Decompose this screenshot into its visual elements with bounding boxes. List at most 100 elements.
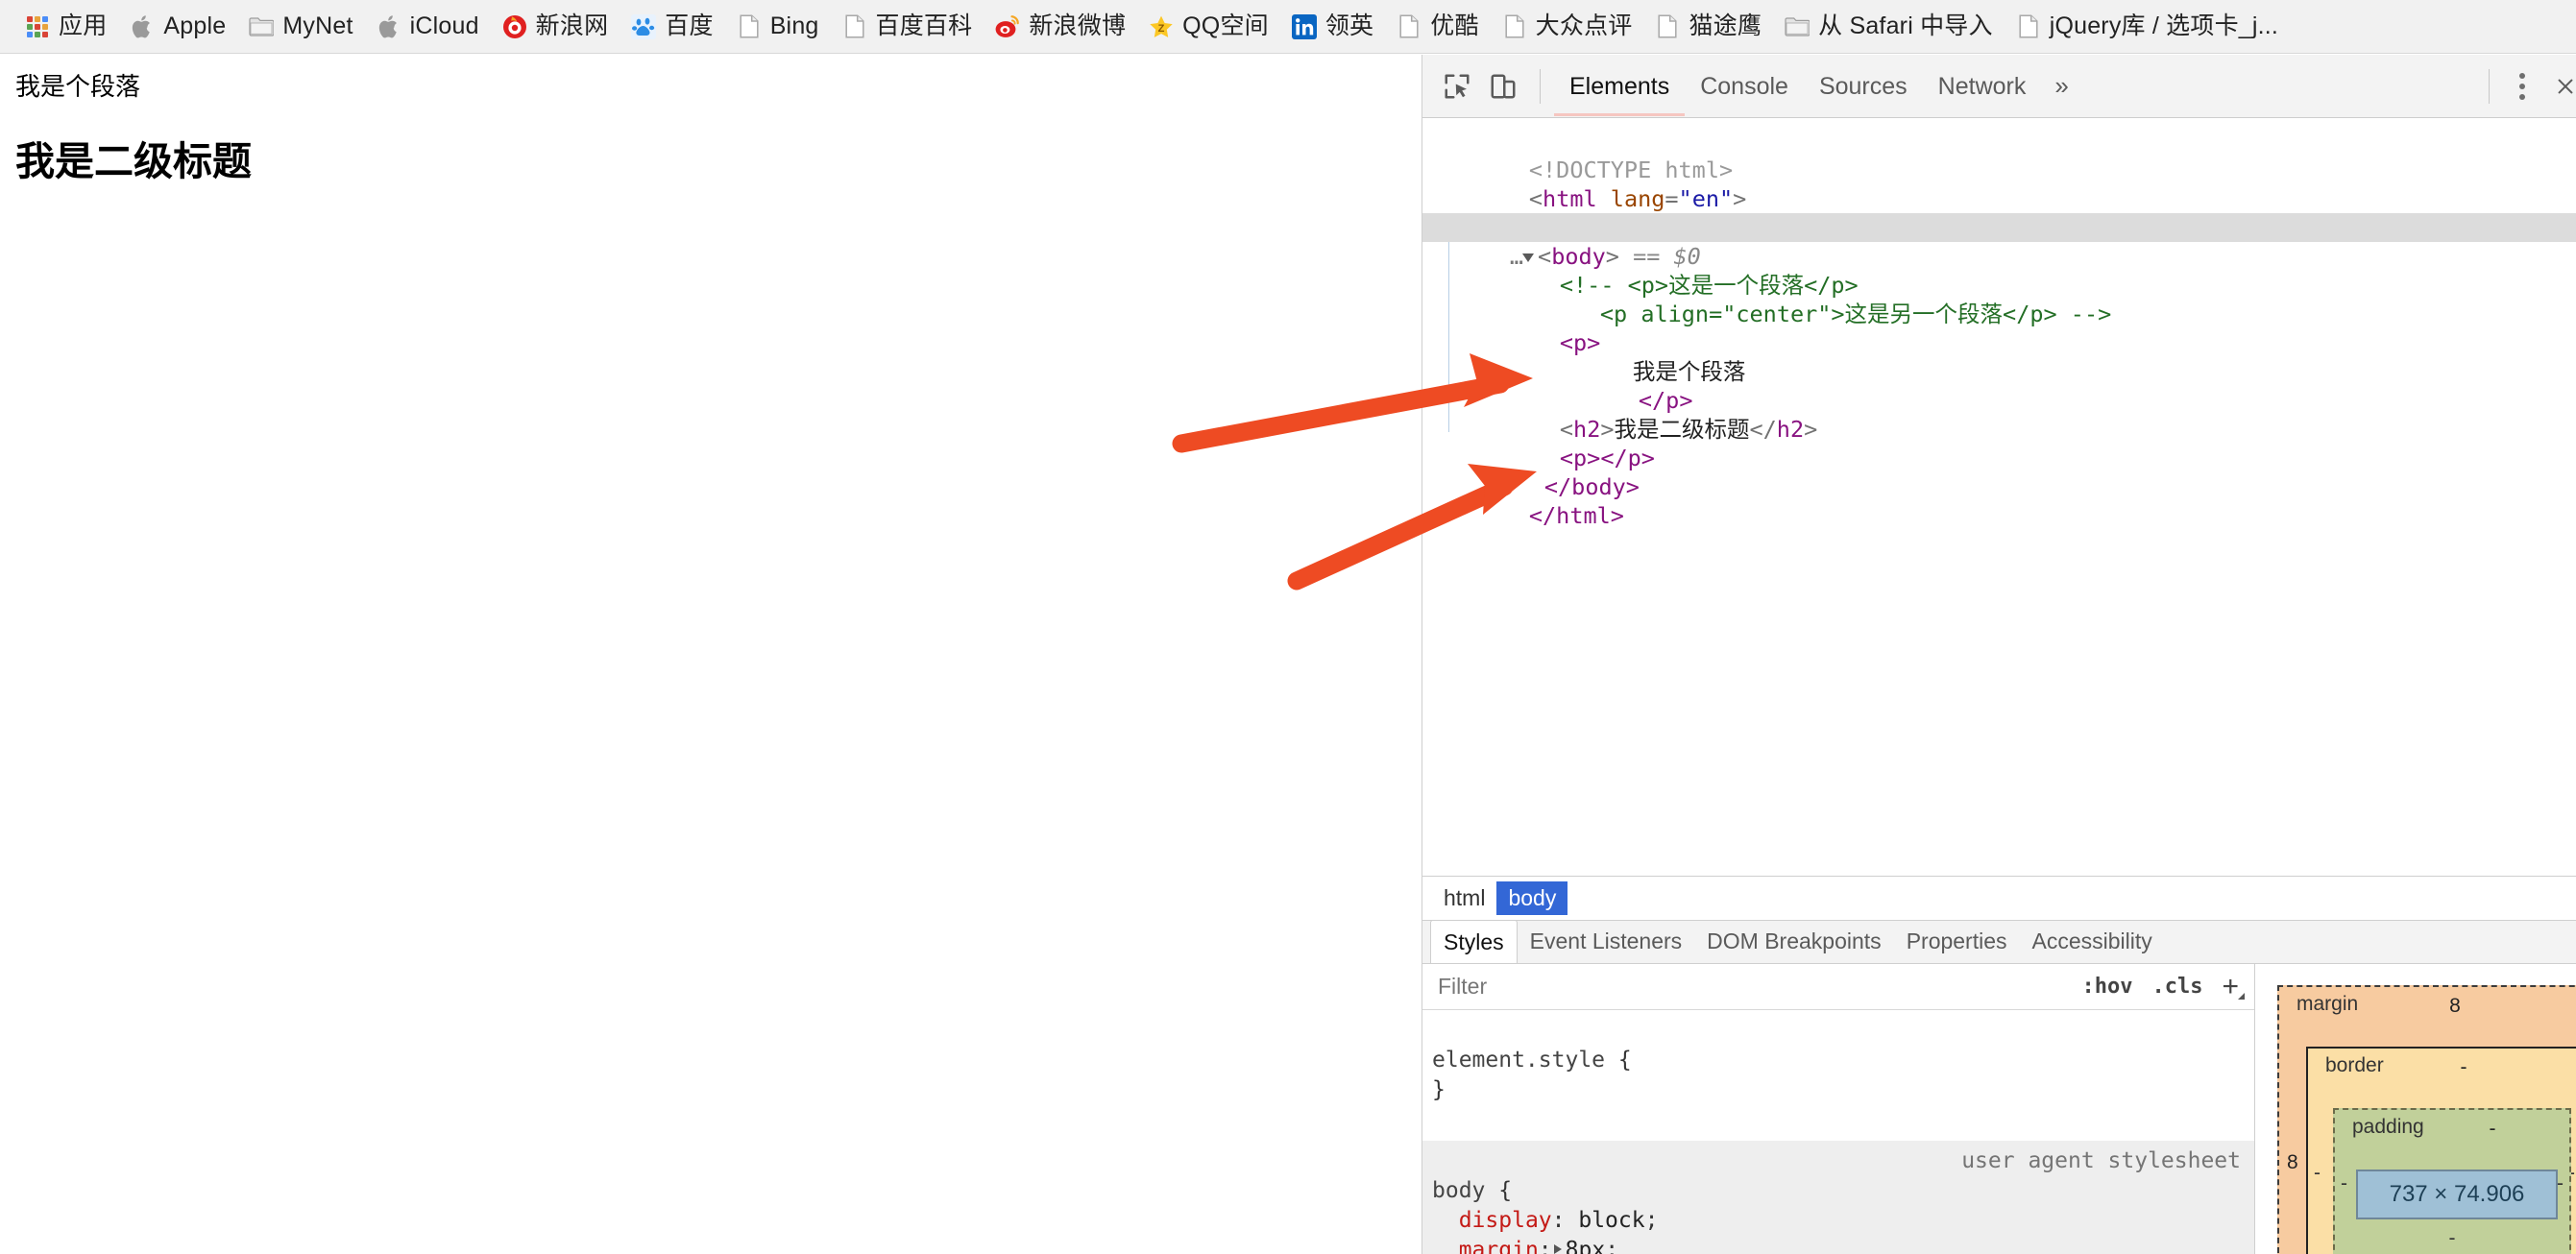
box-model-margin[interactable]: margin 8 8 8 border - - - padding - - - … <box>2277 985 2576 1254</box>
dom-tree[interactable]: <!DOCTYPE html> <html lang="en"> <head>…… <box>1422 119 2576 536</box>
bookmark-item-6[interactable]: Bing <box>725 7 831 47</box>
dom-line-html-close[interactable]: </html> <box>1422 472 2576 501</box>
styles-filter-bar: :hov .cls + <box>1422 964 2254 1010</box>
bookmark-item-10[interactable]: 领英 <box>1280 7 1385 47</box>
bookmark-item-4[interactable]: 新浪网 <box>491 7 620 47</box>
bookmark-item-9[interactable]: ZQQ空间 <box>1137 7 1280 47</box>
sina-icon <box>502 14 527 39</box>
more-tabs-chevron-icon[interactable]: » <box>2041 71 2081 101</box>
dom-line-p-text[interactable]: 我是个段落 <box>1422 328 2576 357</box>
new-style-rule-button[interactable]: + <box>2212 973 2247 1001</box>
apps-grid-icon <box>25 14 50 39</box>
vertical-dots-icon[interactable] <box>2503 63 2541 109</box>
dom-line-p-empty[interactable]: <p></p> <box>1422 415 2576 444</box>
linkedin-icon <box>1292 14 1317 39</box>
html-close-text: </html> <box>1529 502 1624 529</box>
bookmark-item-12[interactable]: 大众点评 <box>1491 7 1644 47</box>
dom-line-comment-2[interactable]: <p align="center">这是另一个段落</p> --> <box>1422 271 2576 300</box>
folder-icon <box>249 14 274 39</box>
bookmark-item-5[interactable]: 百度 <box>620 7 724 47</box>
element-style-selector: element.style <box>1432 1048 1605 1073</box>
svg-text:Z: Z <box>1158 23 1165 35</box>
tab-styles[interactable]: Styles <box>1430 920 1518 963</box>
css-rule-element-style[interactable]: element.style { } <box>1422 1010 2254 1141</box>
bookmark-item-7[interactable]: 百度百科 <box>831 7 984 47</box>
breadcrumb-item-body[interactable]: body <box>1496 881 1567 915</box>
bookmark-item-2[interactable]: MyNet <box>237 7 364 47</box>
close-icon[interactable] <box>2541 63 2576 109</box>
box-model-border[interactable]: border - - - padding - - - 737 × 74.906 … <box>2306 1047 2576 1254</box>
bookmark-item-label: MyNet <box>282 14 352 38</box>
qzone-star-icon: Z <box>1149 14 1174 39</box>
border-left-value[interactable]: - <box>2314 1162 2321 1185</box>
dom-line-doctype[interactable]: <!DOCTYPE html> <box>1422 127 2576 156</box>
devtools-toolbar: Elements Console Sources Network » <box>1422 55 2576 118</box>
bookmark-item-13[interactable]: 猫途鹰 <box>1643 7 1773 47</box>
devtools-panel: Elements Console Sources Network » <box>1422 55 2576 1254</box>
bookmark-item-label: 从 Safari 中导入 <box>1818 14 1993 38</box>
page-icon <box>737 14 762 39</box>
tab-console[interactable]: Console <box>1685 57 1804 116</box>
devtools-toolbar-right <box>2475 55 2576 118</box>
box-model-content-size[interactable]: 737 × 74.906 <box>2356 1170 2558 1219</box>
padding-right-value[interactable]: - <box>2557 1172 2564 1195</box>
dom-line-p-open[interactable]: <p> <box>1422 300 2576 328</box>
sidebar-tabs: Styles Event Listeners DOM Breakpoints P… <box>1422 920 2576 964</box>
tab-elements[interactable]: Elements <box>1554 57 1685 116</box>
margin-left-value[interactable]: 8 <box>2287 1151 2298 1174</box>
declaration-margin-value[interactable]: 8px <box>1566 1238 1606 1254</box>
declaration-display-value[interactable]: block <box>1578 1208 1644 1233</box>
dom-line-h2[interactable]: <h2>我是二级标题</h2> <box>1422 386 2576 415</box>
dom-line-comment-1[interactable]: <!-- <p>这是一个段落</p> <box>1422 242 2576 271</box>
tab-properties[interactable]: Properties <box>1894 920 2020 963</box>
bookmark-item-label: 应用 <box>59 14 107 38</box>
tab-elements-label: Elements <box>1569 73 1669 100</box>
inspect-element-icon[interactable] <box>1434 63 1480 109</box>
dom-line-head[interactable]: <head>…</head> <box>1422 184 2576 213</box>
styles-filter-input[interactable] <box>1436 973 2073 1001</box>
dom-line-body-open[interactable]: …<body> == $0 <box>1422 213 2576 242</box>
dom-line-p-close[interactable]: </p> <box>1422 357 2576 386</box>
bookmark-item-1[interactable]: Apple <box>118 7 237 47</box>
bookmark-item-11[interactable]: 优酷 <box>1385 7 1490 47</box>
device-toolbar-icon[interactable] <box>1480 63 1526 109</box>
padding-bottom-value[interactable]: - <box>2335 1219 2569 1250</box>
bookmark-item-label: 百度 <box>665 14 713 38</box>
bookmark-item-label: iCloud <box>410 14 479 38</box>
declaration-display-property[interactable]: display <box>1459 1208 1552 1233</box>
page-icon <box>1655 14 1680 39</box>
tab-sources[interactable]: Sources <box>1804 57 1923 116</box>
page-heading-2: 我是二级标题 <box>15 138 1405 185</box>
bookmark-item-label: 领英 <box>1325 14 1373 38</box>
padding-label: padding <box>2352 1116 2424 1139</box>
bookmark-item-8[interactable]: 新浪微博 <box>984 7 1137 47</box>
bookmark-item-14[interactable]: 从 Safari 中导入 <box>1773 7 2005 47</box>
cls-toggle-button[interactable]: .cls <box>2142 975 2212 999</box>
expand-margin-triangle-icon[interactable] <box>1554 1244 1562 1254</box>
page-paragraph: 我是个段落 <box>15 70 1405 104</box>
bookmark-item-label: Bing <box>770 14 819 38</box>
tab-network[interactable]: Network <box>1923 57 2042 116</box>
body-rule-selector: body <box>1432 1178 1485 1203</box>
declaration-margin-property[interactable]: margin <box>1459 1238 1539 1254</box>
tab-dom-breakpoints[interactable]: DOM Breakpoints <box>1694 920 1894 963</box>
box-model-padding[interactable]: padding - - - 737 × 74.906 - <box>2333 1108 2571 1254</box>
bookmark-item-label: 大众点评 <box>1536 14 1633 38</box>
bookmark-item-15[interactable]: jQuery库 / 选项卡_j... <box>2005 7 2290 47</box>
apple-icon <box>130 14 155 39</box>
hov-toggle-button[interactable]: :hov <box>2073 975 2143 999</box>
padding-left-value[interactable]: - <box>2341 1172 2347 1195</box>
tab-event-listeners[interactable]: Event Listeners <box>1518 920 1695 963</box>
breadcrumb-item-html[interactable]: html <box>1432 881 1496 915</box>
tab-console-label: Console <box>1700 73 1788 100</box>
bookmark-item-3[interactable]: iCloud <box>365 7 491 47</box>
toolbar-divider-right <box>2489 69 2490 104</box>
dom-line-html-open[interactable]: <html lang="en"> <box>1422 156 2576 184</box>
bookmarks-bar: 应用 Apple MyNet iCloud 新浪网 百度 Bing 百度百科新浪微博ZQQ空间… <box>0 0 2576 54</box>
dom-line-body-close[interactable]: </body> <box>1422 444 2576 472</box>
tab-accessibility[interactable]: Accessibility <box>2020 920 2165 963</box>
css-rule-body[interactable]: body {user agent stylesheet display: blo… <box>1422 1141 2254 1254</box>
breadcrumb: html body <box>1422 876 2576 920</box>
bookmark-item-label: jQuery库 / 选项卡_j... <box>2050 14 2278 38</box>
bookmark-item-0[interactable]: 应用 <box>13 7 118 47</box>
